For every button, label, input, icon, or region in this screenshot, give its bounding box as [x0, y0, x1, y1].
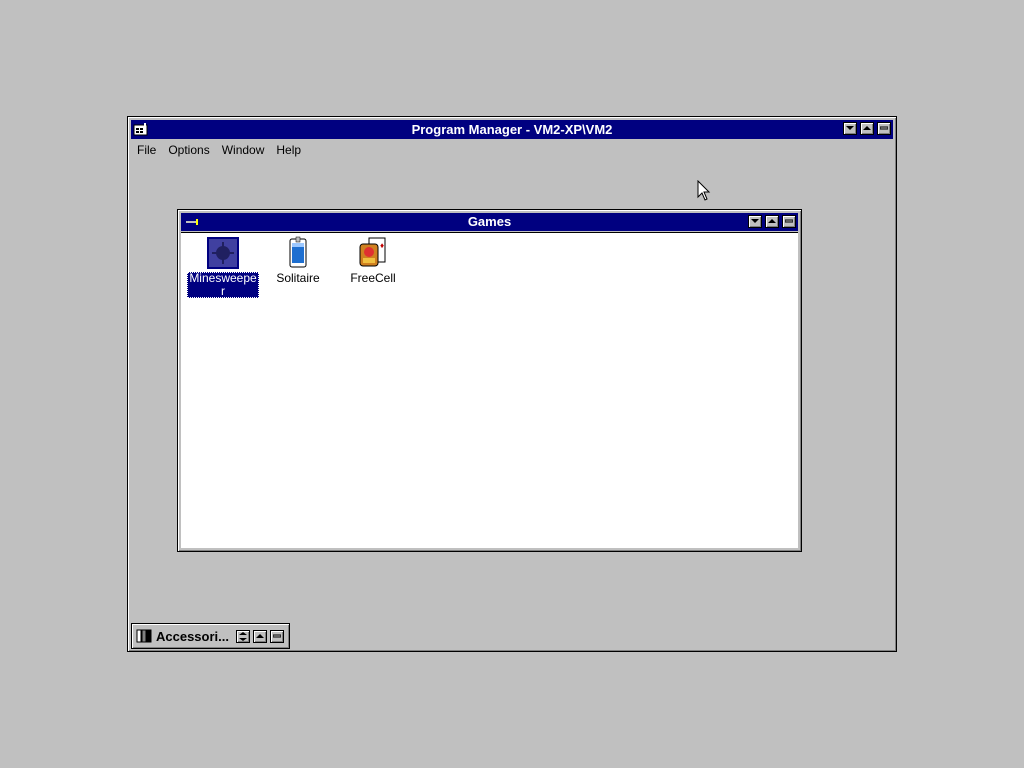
accessories-label: Accessori...: [156, 628, 229, 644]
program-manager-title: Program Manager - VM2-XP\VM2: [411, 122, 613, 137]
updown-arrow-icon: [239, 631, 247, 641]
menu-window[interactable]: Window: [216, 140, 271, 160]
menu-file[interactable]: File: [131, 140, 162, 160]
svg-text:♦: ♦: [380, 241, 384, 250]
solitaire-label: Solitaire: [276, 271, 320, 285]
maximize-arrow-icon: [256, 633, 264, 638]
program-group-icon: [136, 629, 152, 643]
games-title: Games: [467, 214, 512, 229]
games-client-area: Minesweeper Solitaire ♦ FreeCell: [181, 232, 798, 548]
minesweeper-label: Minesweeper: [187, 272, 259, 298]
minesweeper-icon: [207, 237, 239, 269]
games-group-window: Games Minesweeper Solitaire ♦ FreeCell: [177, 209, 802, 552]
program-manager-menubar: File Options Window Help: [131, 140, 893, 160]
minimize-arrow-icon: [846, 126, 854, 130]
program-item-minesweeper[interactable]: Minesweeper: [184, 236, 262, 298]
maximize-arrow-icon: [768, 219, 776, 223]
program-item-freecell[interactable]: ♦ FreeCell: [334, 236, 412, 285]
accessories-scroll-button[interactable]: [236, 629, 250, 643]
freecell-icon: ♦: [359, 237, 386, 267]
freecell-label: FreeCell: [350, 271, 396, 285]
program-manager-titlebar[interactable]: Program Manager - VM2-XP\VM2: [131, 120, 893, 139]
accessories-maximize-button[interactable]: [253, 629, 267, 643]
menu-options[interactable]: Options: [162, 140, 215, 160]
program-item-solitaire[interactable]: Solitaire: [259, 236, 337, 285]
menu-help[interactable]: Help: [270, 140, 307, 160]
minimize-button[interactable]: [843, 122, 857, 135]
program-manager-window: Program Manager - VM2-XP\VM2 File Option…: [127, 116, 897, 652]
games-maximize-button[interactable]: [765, 215, 779, 228]
maximize-button[interactable]: [860, 122, 874, 135]
minimized-accessories-group[interactable]: Accessori...: [131, 623, 290, 649]
games-titlebar[interactable]: Games: [181, 213, 798, 231]
restore-bar-icon: [785, 219, 793, 223]
mouse-pointer-icon: [697, 180, 711, 201]
solitaire-icon: [289, 236, 307, 268]
restore-bar-icon: [273, 634, 281, 637]
desktop: Program Manager - VM2-XP\VM2 File Option…: [0, 0, 1024, 768]
minimize-arrow-icon: [751, 219, 759, 223]
accessories-restore-button[interactable]: [270, 629, 284, 643]
restore-bar-icon: [880, 126, 888, 130]
games-restore-button[interactable]: [782, 215, 796, 228]
restore-button[interactable]: [877, 122, 891, 135]
games-minimize-button[interactable]: [748, 215, 762, 228]
maximize-arrow-icon: [863, 126, 871, 130]
